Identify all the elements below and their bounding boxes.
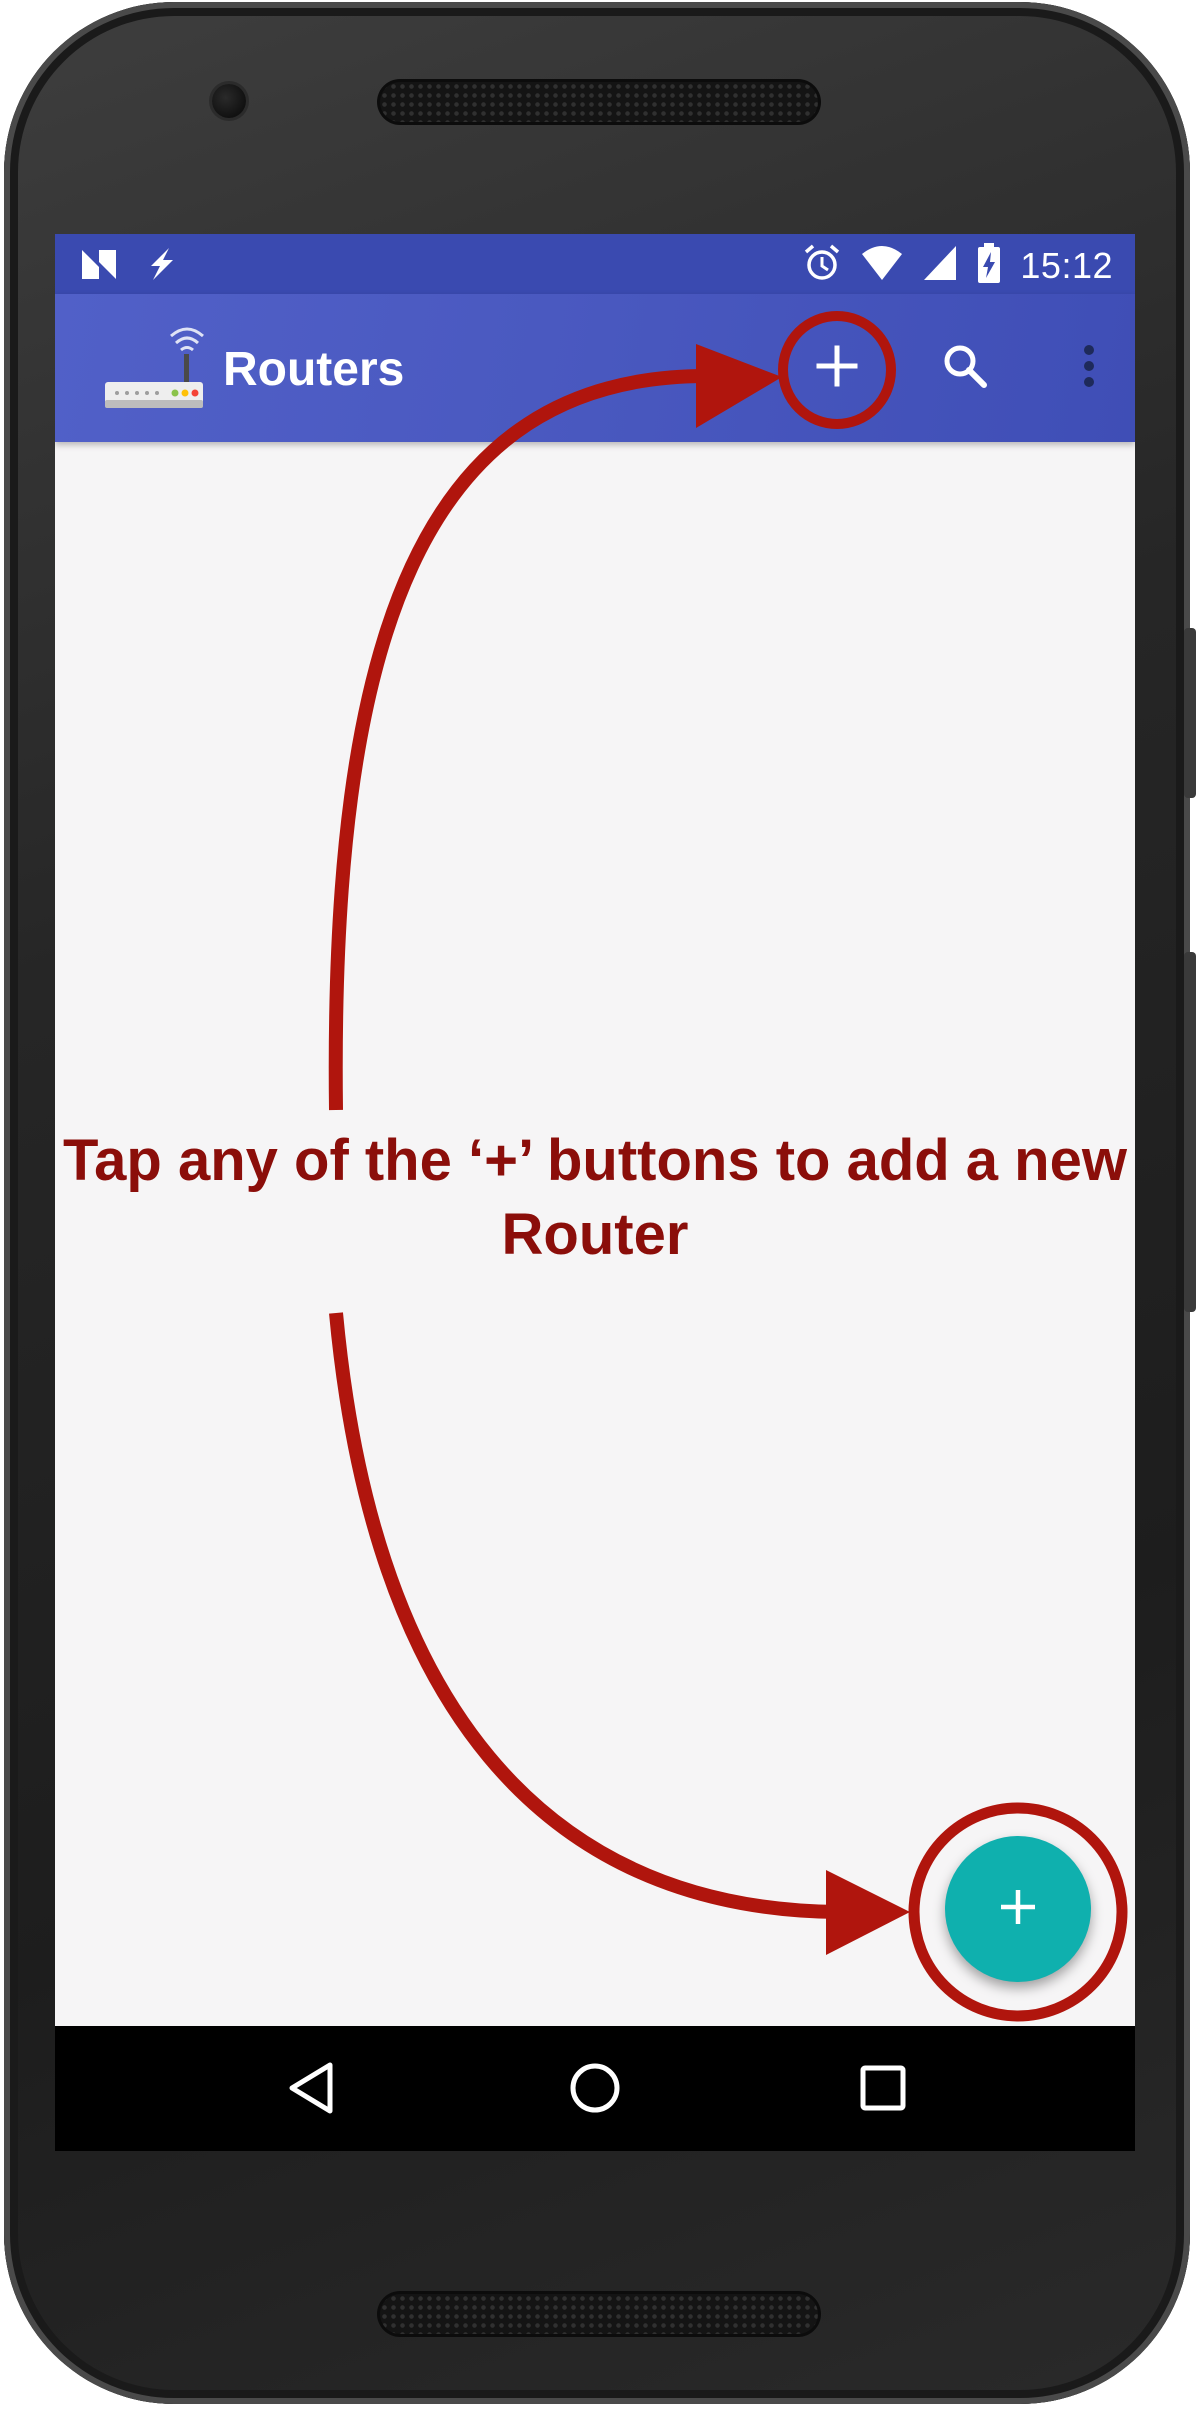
home-icon: [568, 2061, 622, 2120]
status-clock: 15:12: [1020, 244, 1113, 286]
recents-button[interactable]: [843, 2050, 923, 2130]
back-icon: [286, 2061, 336, 2120]
router-icon: [101, 316, 205, 416]
signal-icon: [922, 244, 958, 287]
volume-button: [1184, 952, 1196, 1312]
screen: 15:12 Routers: [55, 234, 1135, 2151]
status-bar: 15:12: [55, 234, 1135, 294]
n-preview-icon: [79, 247, 119, 286]
wifi-icon: [860, 244, 904, 287]
alarm-icon: [802, 243, 842, 288]
power-button: [1184, 628, 1196, 798]
overflow-menu-button[interactable]: [1045, 324, 1133, 412]
search-button[interactable]: [921, 324, 1009, 412]
battery-charging-icon: [976, 242, 1002, 289]
add-router-button[interactable]: [793, 324, 881, 412]
add-icon: [996, 1885, 1040, 1934]
app-bar: Routers: [55, 294, 1135, 442]
add-icon: [815, 344, 859, 393]
add-router-fab[interactable]: [945, 1836, 1091, 1982]
search-icon: [941, 342, 989, 395]
back-button[interactable]: [271, 2050, 351, 2130]
bottom-speaker-grille: [380, 2294, 818, 2334]
home-button[interactable]: [555, 2050, 635, 2130]
page-title: Routers: [223, 343, 405, 396]
top-speaker-grille: [380, 82, 818, 122]
flash-icon: [143, 246, 179, 287]
more-vert-icon: [1081, 342, 1097, 395]
recents-icon: [858, 2063, 908, 2118]
navigation-bar: [55, 2026, 1135, 2151]
front-camera: [212, 84, 246, 118]
